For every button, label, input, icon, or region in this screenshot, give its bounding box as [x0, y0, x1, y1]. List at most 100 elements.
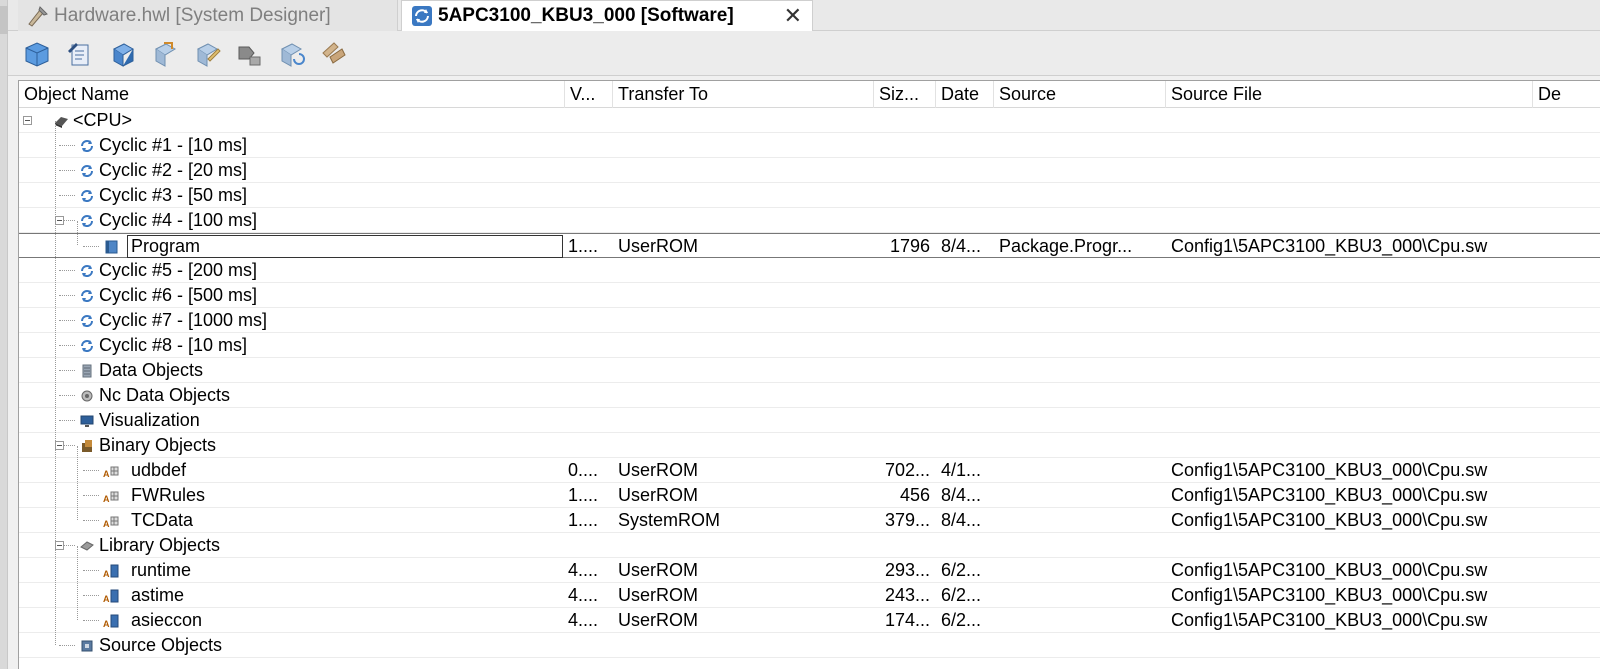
cell-size: 456: [899, 485, 930, 505]
tree-row[interactable]: Cyclic #7 - [1000 ms]: [19, 308, 1600, 333]
properties-icon[interactable]: [64, 39, 94, 69]
tree-row[interactable]: Audbdef 0.... UserROM 702... 4/1... Config1\5…: [19, 458, 1600, 483]
tree-row[interactable]: A FWRules 1.... UserROM 456 8/4... Config1\5AP…: [19, 483, 1600, 508]
edit-icon[interactable]: [192, 39, 222, 69]
tree-row[interactable]: Cyclic #8 - [10 ms]: [19, 333, 1600, 358]
object-name: Program: [131, 236, 201, 256]
object-name: asieccon: [131, 610, 203, 630]
cell-transfer: UserROM: [618, 610, 698, 630]
collapse-icon[interactable]: [55, 541, 64, 550]
column-source[interactable]: Source: [994, 81, 1166, 108]
column-transfer-to[interactable]: Transfer To: [613, 81, 874, 108]
tree-row[interactable]: Aruntime 4.... UserROM 293... 6/2... Config1\…: [19, 558, 1600, 583]
tree-row[interactable]: Library Objects: [19, 533, 1600, 558]
tree-connector: [83, 620, 99, 621]
column-object-name[interactable]: Object Name: [19, 81, 565, 108]
cell-version: 1....: [568, 485, 599, 505]
column-source-file[interactable]: Source File: [1166, 81, 1533, 108]
object-name: Library Objects: [99, 535, 221, 555]
cell-transfer: UserROM: [618, 485, 698, 505]
cell-source: [999, 608, 1166, 633]
tree-row[interactable]: <CPU>: [19, 108, 1600, 133]
software-config-icon: [412, 6, 432, 26]
tree-row[interactable]: A TCData 1.... SystemROM 379... 8/4... Config1…: [19, 508, 1600, 533]
cell-transfer: UserROM: [618, 460, 698, 480]
tree-connector: [59, 270, 75, 271]
collapse-icon[interactable]: [55, 216, 64, 225]
tree-connector: [77, 446, 78, 520]
tree-row[interactable]: Cyclic #2 - [20 ms]: [19, 158, 1600, 183]
cell-date: 8/4...: [941, 510, 982, 530]
tree-row[interactable]: Cyclic #5 - [200 ms]: [19, 258, 1600, 283]
cell-transfer: UserROM: [618, 585, 698, 605]
tree-row[interactable]: Aastime 4.... UserROM 243... 6/2... Config1\5…: [19, 583, 1600, 608]
tree-connector: [59, 395, 75, 396]
tree-row[interactable]: Cyclic #1 - [10 ms]: [19, 133, 1600, 158]
transfer-icon[interactable]: [150, 39, 180, 69]
left-dock-strip[interactable]: [0, 0, 8, 669]
close-icon[interactable]: ✕: [784, 4, 802, 28]
tab-bar: Hardware.hwl [System Designer] 5APC3100_…: [8, 0, 1600, 31]
tree-row[interactable]: Binary Objects: [19, 433, 1600, 458]
tab-hardware[interactable]: Hardware.hwl [System Designer]: [18, 0, 398, 31]
cyclic-icon: [81, 315, 93, 327]
cell-source-file: Config1\5APC3100_KBU3_000\Cpu.sw: [1171, 236, 1488, 256]
tree-row[interactable]: Cyclic #4 - [100 ms]: [19, 208, 1600, 233]
cell-source-file: Config1\5APC3100_KBU3_000\Cpu.sw: [1171, 610, 1488, 630]
column-description[interactable]: De: [1533, 81, 1600, 108]
hardware-designer-icon: [28, 5, 48, 27]
cell-version: 4....: [568, 585, 599, 605]
cell-source: [999, 458, 1166, 483]
tree-row[interactable]: Cyclic #6 - [500 ms]: [19, 283, 1600, 308]
cell-transfer: SystemROM: [618, 510, 721, 530]
column-date[interactable]: Date: [936, 81, 994, 108]
tab-hardware-label: Hardware.hwl [System Designer]: [54, 4, 331, 26]
object-name: udbdef: [131, 460, 187, 480]
cell-source: Package.Progr...: [999, 236, 1133, 256]
cell-source-file: Config1\5APC3100_KBU3_000\Cpu.sw: [1171, 510, 1488, 530]
paste-icon[interactable]: [234, 39, 264, 69]
cell-date: 4/1...: [941, 460, 982, 480]
grid-header: Object Name V... Transfer To Siz... Date…: [19, 81, 1600, 108]
tree-connector: [59, 420, 75, 421]
object-name: Cyclic #3 - [50 ms]: [99, 185, 248, 205]
software-configuration-window: Hardware.hwl [System Designer] 5APC3100_…: [0, 0, 1600, 669]
cell-transfer: UserROM: [618, 560, 698, 580]
visualization-icon: [80, 415, 94, 427]
cell-source-file: Config1\5APC3100_KBU3_000\Cpu.sw: [1171, 560, 1488, 580]
tree-connector: [59, 645, 75, 646]
add-object-icon[interactable]: [22, 39, 52, 69]
refresh-icon[interactable]: [276, 39, 306, 69]
column-size[interactable]: Siz...: [874, 81, 936, 108]
tree-row[interactable]: Aasieccon 4.... UserROM 174... 6/2... Config1…: [19, 608, 1600, 633]
object-name: Data Objects: [99, 360, 204, 380]
cyclic-icon: [81, 140, 93, 152]
tree-row[interactable]: Data Objects: [19, 358, 1600, 383]
cell-size: 702...: [884, 460, 930, 480]
tree-connector: [59, 195, 75, 196]
tree-row[interactable]: Cyclic #3 - [50 ms]: [19, 183, 1600, 208]
cell-size: 379...: [884, 510, 930, 530]
collapse-icon[interactable]: [55, 441, 64, 450]
object-name: <CPU>: [73, 110, 133, 130]
object-name: Binary Objects: [99, 435, 217, 455]
object-name: Cyclic #6 - [500 ms]: [99, 285, 258, 305]
tree-row[interactable]: Nc Data Objects: [19, 383, 1600, 408]
open-icon[interactable]: [108, 39, 138, 69]
object-name: Cyclic #7 - [1000 ms]: [99, 310, 268, 330]
cyclic-icon: [81, 190, 93, 202]
cyclic-icon: [81, 165, 93, 177]
column-version[interactable]: V...: [565, 81, 613, 108]
object-name: Source Objects: [99, 635, 223, 655]
delete-icon[interactable]: [318, 39, 348, 69]
cell-source: [999, 508, 1166, 533]
binary-file-icon: A: [103, 466, 119, 479]
tree-row[interactable]: Source Objects: [19, 633, 1600, 658]
dock-knob[interactable]: [0, 6, 8, 34]
tab-software[interactable]: 5APC3100_KBU3_000 [Software] ✕: [401, 0, 813, 31]
tree-row[interactable]: Program 1.... UserROM 1796 8/4... Package.Pro…: [19, 233, 1600, 258]
cyclic-icon: [81, 340, 93, 352]
cell-date: 8/4...: [941, 485, 982, 505]
collapse-icon[interactable]: [23, 116, 32, 125]
tree-row[interactable]: Visualization: [19, 408, 1600, 433]
